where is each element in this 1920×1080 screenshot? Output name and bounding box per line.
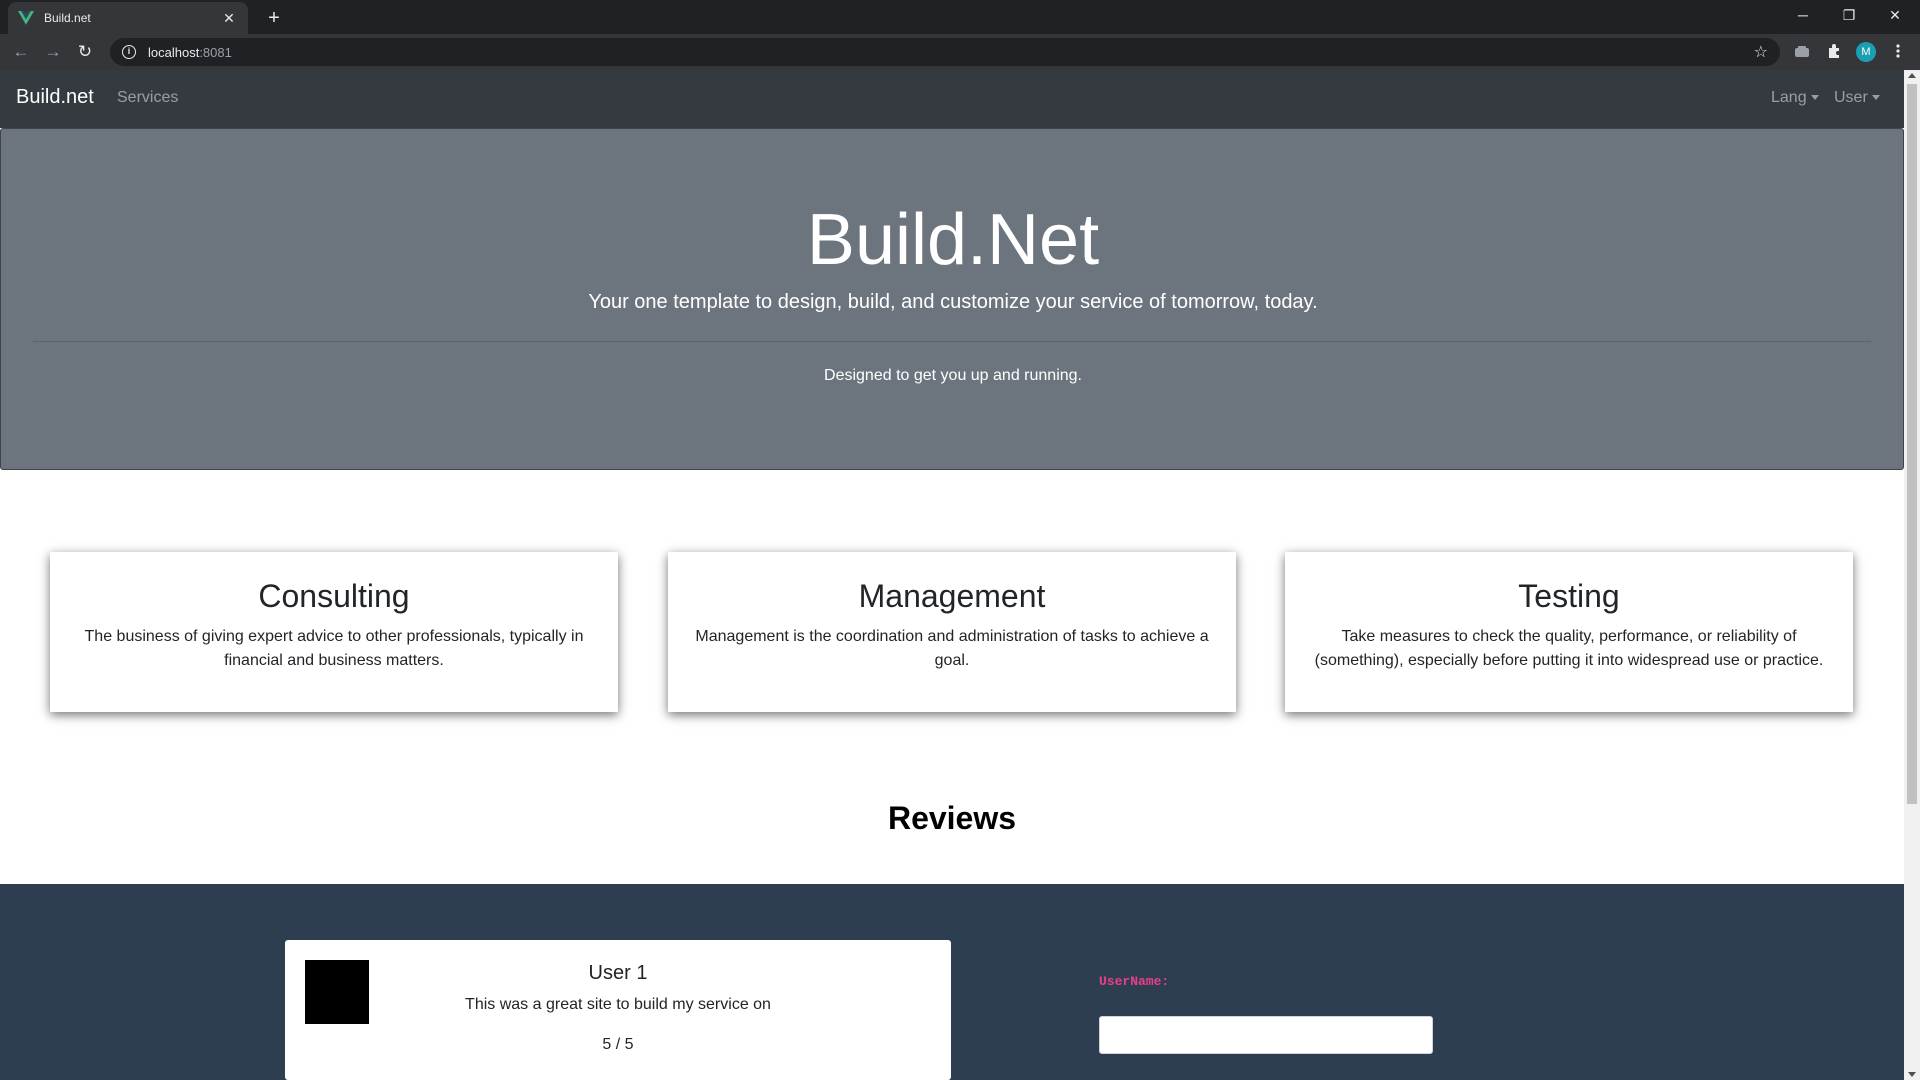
- puzzle-extensions-icon[interactable]: [1824, 43, 1844, 63]
- forward-icon[interactable]: →: [41, 40, 65, 64]
- hero-jumbotron: Build.Net Your one template to design, b…: [0, 128, 1904, 470]
- caret-down-icon: [1871, 95, 1880, 101]
- service-title: Consulting: [258, 578, 410, 614]
- user-dropdown[interactable]: User: [1834, 89, 1880, 107]
- address-bar[interactable]: i localhost:8081 ☆: [110, 38, 1780, 66]
- scroll-up-icon[interactable]: [1908, 73, 1916, 78]
- caret-down-icon: [1810, 95, 1819, 101]
- url-host: localhost: [148, 44, 200, 60]
- browser-toolbar: ← → ↻ i localhost:8081 ☆ M: [0, 34, 1920, 70]
- service-card-consulting: Consulting The business of giving expert…: [50, 552, 618, 712]
- extension-icon[interactable]: [1792, 43, 1812, 63]
- bookmark-star-icon[interactable]: ☆: [1754, 42, 1768, 62]
- review-score: 5 / 5: [602, 1036, 634, 1053]
- page-viewport: Build.net Services Lang User Build.Net Y…: [0, 70, 1904, 1080]
- reviews-heading: Reviews: [887, 800, 1017, 836]
- username-label: UserName:: [1099, 974, 1170, 989]
- reviewer-name: User 1: [588, 962, 648, 984]
- hero-title: Build.Net: [806, 200, 1100, 280]
- scroll-down-icon[interactable]: [1908, 1072, 1916, 1077]
- site-info-icon[interactable]: i: [122, 45, 136, 59]
- page-scrollbar[interactable]: [1904, 70, 1920, 1080]
- tab-title: Build.net: [44, 11, 91, 25]
- profile-avatar[interactable]: M: [1856, 42, 1876, 62]
- browser-tab-strip: Build.net ✕ + ─ ❐ ✕: [0, 0, 1920, 34]
- navbar-brand[interactable]: Build.net: [16, 86, 94, 109]
- service-title: Testing: [1518, 578, 1620, 614]
- nav-link-services[interactable]: Services: [117, 89, 178, 107]
- back-icon[interactable]: ←: [9, 40, 33, 64]
- browser-tab[interactable]: Build.net ✕: [8, 2, 248, 34]
- window-close-icon[interactable]: ✕: [1872, 0, 1918, 30]
- browser-menu-icon[interactable]: [1888, 43, 1908, 63]
- hero-text: Designed to get you up and running.: [824, 367, 1082, 384]
- vue-logo-icon: [18, 10, 34, 26]
- reload-icon[interactable]: ↻: [73, 40, 97, 64]
- new-tab-button[interactable]: +: [260, 5, 288, 33]
- service-title: Management: [858, 578, 1046, 614]
- site-navbar: Build.net Services Lang User: [0, 70, 1904, 128]
- lang-dropdown-label: Lang: [1771, 89, 1807, 106]
- service-description: Take measures to check the quality, perf…: [1314, 628, 1824, 669]
- url-port: :8081: [199, 44, 232, 60]
- username-input[interactable]: [1099, 1016, 1433, 1054]
- service-description: The business of giving expert advice to …: [84, 628, 584, 669]
- restore-icon[interactable]: ❐: [1826, 0, 1872, 30]
- scrollbar-thumb[interactable]: [1907, 84, 1917, 804]
- service-card-testing: Testing Take measures to check the quali…: [1285, 552, 1853, 712]
- reviews-section: User 1 This was a great site to build my…: [0, 884, 1904, 1080]
- user-dropdown-label: User: [1834, 89, 1868, 106]
- lang-dropdown[interactable]: Lang: [1771, 89, 1819, 107]
- hero-lead: Your one template to design, build, and …: [588, 291, 1318, 313]
- review-text: This was a great site to build my servic…: [465, 996, 771, 1013]
- minimize-icon[interactable]: ─: [1780, 0, 1826, 30]
- hero-divider: [33, 341, 1871, 342]
- review-card: User 1 This was a great site to build my…: [285, 940, 951, 1080]
- service-description: Management is the coordination and admin…: [695, 628, 1209, 669]
- tab-close-icon[interactable]: ✕: [220, 10, 238, 27]
- service-card-management: Management Management is the coordinatio…: [668, 552, 1236, 712]
